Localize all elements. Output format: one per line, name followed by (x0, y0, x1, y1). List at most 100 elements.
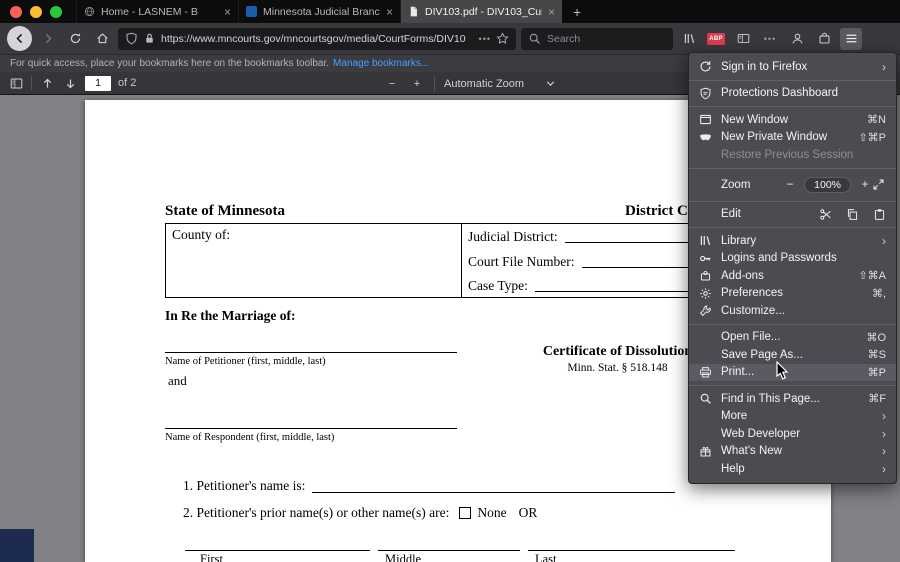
zoom-in-button[interactable]: + (858, 179, 872, 191)
sidebar-toggle-button[interactable] (732, 28, 754, 50)
case-type-label: Case Type: (468, 278, 528, 294)
menu-item-help[interactable]: Help › (689, 460, 896, 478)
bookmark-star-icon[interactable] (496, 32, 509, 45)
home-button[interactable] (91, 28, 113, 50)
menu-item-web-developer[interactable]: Web Developer › (689, 425, 896, 443)
app-menu: Sign in to Firefox › Protections Dashboa… (688, 52, 897, 484)
first-label: First (200, 552, 223, 562)
zoom-window-button[interactable] (50, 6, 62, 18)
page-number-input[interactable] (85, 76, 111, 91)
adblock-plus-button[interactable]: ABP (705, 28, 727, 50)
arrow-down-icon (64, 77, 77, 90)
minimize-window-button[interactable] (30, 6, 42, 18)
mask-icon (699, 131, 713, 144)
wrench-icon (699, 304, 713, 317)
zoom-controls: − + Automatic Zoom (384, 72, 557, 95)
menu-item-sign-in[interactable]: Sign in to Firefox › (689, 58, 896, 76)
menu-item-restore-previous-session[interactable]: Restore Previous Session (689, 146, 896, 164)
close-window-button[interactable] (10, 6, 22, 18)
mouse-cursor (776, 361, 790, 386)
item-2: 2. Petitioner's prior name(s) or other n… (183, 505, 537, 521)
menu-item-new-private-window[interactable]: New Private Window ⇧⌘P (689, 129, 896, 147)
chevron-right-icon: › (882, 234, 886, 248)
extension-bag-button[interactable] (813, 28, 835, 50)
tab-close-icon[interactable]: × (224, 6, 231, 18)
tab-pdf-active[interactable]: DIV103.pdf - DIV103_Current.p × (400, 0, 562, 23)
tab-label: Home - LASNEM - B (101, 6, 218, 18)
previous-page-button[interactable] (39, 77, 55, 90)
tab-home[interactable]: Home - LASNEM - B × (76, 0, 238, 23)
menu-item-edit: Edit (689, 206, 896, 224)
forward-button[interactable] (37, 28, 59, 50)
tab-close-icon[interactable]: × (548, 6, 555, 18)
address-bar[interactable]: https://www.mncourts.gov/mncourtsgov/med… (118, 28, 516, 50)
menu-separator (689, 385, 896, 386)
zoom-in-button[interactable]: + (409, 78, 425, 90)
forward-arrow-icon (42, 32, 55, 45)
arrow-up-icon (41, 77, 54, 90)
zoom-out-button[interactable]: − (783, 179, 797, 191)
zoom-out-button[interactable]: − (384, 78, 400, 90)
search-placeholder: Search (547, 33, 580, 45)
page-actions-icon[interactable]: ••• (479, 34, 491, 44)
desktop-corner (0, 529, 34, 562)
last-name-line (528, 550, 735, 551)
menu-item-print[interactable]: Print... ⌘P (689, 364, 896, 382)
pdf-sidebar-toggle-button[interactable] (8, 77, 24, 90)
last-label: Last (535, 552, 557, 562)
toolbar-overflow-button[interactable]: ••• (759, 28, 781, 50)
menu-item-protections-dashboard[interactable]: Protections Dashboard (689, 85, 896, 103)
copy-icon[interactable] (846, 208, 859, 221)
new-tab-button[interactable]: + (562, 0, 592, 23)
menu-item-whats-new[interactable]: What's New › (689, 443, 896, 461)
tab-mn-judicial[interactable]: Minnesota Judicial Branch - Ge × (238, 0, 400, 23)
person-icon (791, 32, 804, 45)
library-button[interactable] (678, 28, 700, 50)
account-button[interactable] (786, 28, 808, 50)
manage-bookmarks-link[interactable]: Manage bookmarks... (333, 58, 429, 69)
back-button[interactable] (7, 26, 32, 51)
bookmarks-hint-text: For quick access, place your bookmarks h… (10, 58, 329, 69)
menu-separator (689, 80, 896, 81)
search-icon (699, 392, 713, 405)
next-page-button[interactable] (62, 77, 78, 90)
menu-item-customize[interactable]: Customize... (689, 302, 896, 320)
meatball-menu-icon: ••• (764, 34, 776, 44)
tab-label: DIV103.pdf - DIV103_Current.p (425, 6, 542, 18)
menu-separator (689, 168, 896, 169)
app-menu-button[interactable] (840, 28, 862, 50)
petitioner-name-line (165, 352, 457, 353)
menu-item-save-page-as[interactable]: Save Page As... ⌘S (689, 346, 896, 364)
navigation-toolbar: https://www.mncourts.gov/mncourtsgov/med… (0, 23, 900, 54)
item-1-text: 1. Petitioner's name is: (183, 478, 305, 494)
chevron-down-icon (544, 77, 557, 90)
lock-icon (143, 32, 156, 45)
petitioner-caption: Name of Petitioner (first, middle, last) (165, 356, 326, 367)
gear-icon (699, 287, 713, 300)
search-input[interactable]: Search (521, 28, 673, 50)
fullscreen-icon[interactable] (872, 178, 886, 191)
menu-item-add-ons[interactable]: Add-ons ⇧⌘A (689, 267, 896, 285)
tab-bar: Home - LASNEM - B × Minnesota Judicial B… (0, 0, 900, 23)
back-arrow-icon (13, 32, 26, 45)
none-label: None (477, 505, 506, 521)
tab-close-icon[interactable]: × (386, 6, 393, 18)
zoom-select-label: Automatic Zoom (444, 78, 524, 90)
menu-item-new-window[interactable]: New Window ⌘N (689, 111, 896, 129)
menu-separator (689, 201, 896, 202)
zoom-reset-button[interactable]: 100% (804, 177, 851, 193)
menu-item-logins-and-passwords[interactable]: Logins and Passwords (689, 250, 896, 268)
menu-item-find-in-page[interactable]: Find in This Page... ⌘F (689, 390, 896, 408)
zoom-select[interactable]: Automatic Zoom (444, 77, 557, 90)
menu-item-preferences[interactable]: Preferences ⌘, (689, 285, 896, 303)
none-checkbox[interactable] (459, 507, 471, 519)
menu-separator (689, 324, 896, 325)
reload-button[interactable] (64, 28, 86, 50)
cut-icon[interactable] (819, 208, 832, 221)
menu-item-library[interactable]: Library › (689, 232, 896, 250)
paste-icon[interactable] (873, 208, 886, 221)
adblock-badge: ABP (707, 33, 725, 45)
or-label: OR (519, 505, 538, 521)
menu-item-open-file[interactable]: Open File... ⌘O (689, 329, 896, 347)
menu-item-more[interactable]: More › (689, 408, 896, 426)
